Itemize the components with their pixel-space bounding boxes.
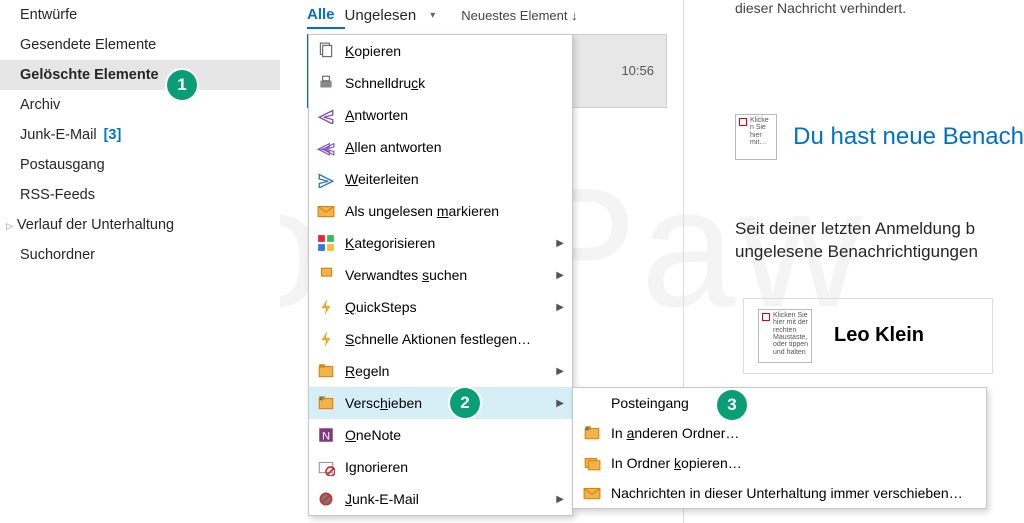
quick-icon [317,330,335,348]
junk-icon [317,490,335,508]
submenu-arrow-icon: ▶ [556,398,564,409]
reply-all-icon [317,138,335,156]
submenu-posteingang[interactable]: Posteingang [573,388,986,418]
menu-weiterleiten[interactable]: Weiterleiten [309,163,572,195]
mail-icon [317,202,335,220]
submenu-arrow-icon: ▶ [556,270,564,281]
categories-icon [317,234,335,252]
menu-antworten[interactable]: Antworten [309,99,572,131]
menu-allen-antworten[interactable]: Allen antworten [309,131,572,163]
search-icon [317,266,335,284]
forward-icon [317,170,335,188]
infobar-text: dieser Nachricht verhindert. [705,0,1024,30]
mail-icon [583,484,601,502]
submenu-nachrichten-in-dieser-unterhaltung-immer-verschieben-[interactable]: Nachrichten in dieser Unterhaltung immer… [573,478,986,508]
submenu-in-anderen-ordner-[interactable]: In anderen Ordner… [573,418,986,448]
move-submenu: PosteingangIn anderen Ordner…In Ordner k… [572,387,987,509]
filter-dropdown-icon[interactable]: ▾ [430,10,435,21]
menu-verwandtes-suchen[interactable]: Verwandtes suchen▶ [309,259,572,291]
copy-icon [317,42,335,60]
submenu-arrow-icon: ▶ [556,366,564,377]
image-placeholder-icon: Klicke n Sie hier mit… [735,114,777,160]
folder-gel-schte-elemente[interactable]: Gelöschte Elemente [0,60,280,90]
submenu-arrow-icon: ▶ [556,238,564,249]
annotation-badge-1: 1 [167,70,197,100]
folder-archiv[interactable]: Archiv [0,90,280,120]
folder-verlauf-der-unterhaltung[interactable]: Verlauf der Unterhaltung [0,210,280,240]
quick-icon [317,298,335,316]
menu-regeln[interactable]: Regeln▶ [309,355,572,387]
reply-icon [317,106,335,124]
ignore-icon [317,458,335,476]
context-menu: KopierenSchnelldruckAntwortenAllen antwo… [308,34,573,516]
folder-rss-feeds[interactable]: RSS-Feeds [0,180,280,210]
svg-text:N: N [322,431,330,443]
annotation-badge-2: 2 [450,388,480,418]
folder-gesendete-elemente[interactable]: Gesendete Elemente [0,30,280,60]
folder-entw-rfe[interactable]: Entwürfe [0,0,280,30]
message-title: Du hast neue Benach [793,123,1024,151]
submenu-arrow-icon: ▶ [556,494,564,505]
folder-junk-e-mail[interactable]: Junk-E-Mail [3] [0,120,280,150]
move-icon [317,394,335,412]
print-icon [317,74,335,92]
menu-onenote[interactable]: NOneNote [309,419,572,451]
copy-folder-icon [583,454,601,472]
submenu-arrow-icon: ▶ [556,302,564,313]
menu-verschieben[interactable]: Verschieben▶ [309,387,572,419]
folder-postausgang[interactable]: Postausgang [0,150,280,180]
image-placeholder-icon: Klicken Sie hier mit der rechten Maustas… [758,309,812,363]
contact-card: Klicken Sie hier mit der rechten Maustas… [743,298,993,374]
menu-quicksteps[interactable]: QuickSteps▶ [309,291,572,323]
annotation-badge-3: 3 [717,390,747,420]
sort-label[interactable]: Neuestes Element ↓ [461,8,577,23]
card-name: Leo Klein [834,324,924,347]
tab-unread[interactable]: Ungelesen [345,3,427,28]
menu-schnelldruck[interactable]: Schnelldruck [309,67,572,99]
onenote-icon: N [317,426,335,444]
rules-icon [317,362,335,380]
mail-list-header: Alle Ungelesen ▾ Neuestes Element ↓ [307,0,687,30]
submenu-in-ordner-kopieren-[interactable]: In Ordner kopieren… [573,448,986,478]
folder-pane: EntwürfeGesendete ElementeGelöschte Elem… [0,0,280,523]
menu-kategorisieren[interactable]: Kategorisieren▶ [309,227,572,259]
menu-schnelle-aktionen-festlegen-[interactable]: Schnelle Aktionen festlegen… [309,323,572,355]
mail-time: 10:56 [621,63,654,78]
folder-suchordner[interactable]: Suchordner [0,240,280,270]
menu-kopieren[interactable]: Kopieren [309,35,572,67]
tab-all[interactable]: Alle [307,2,345,29]
menu-junk-e-mail[interactable]: Junk-E-Mail▶ [309,483,572,515]
move-icon [583,424,601,442]
menu-ignorieren[interactable]: Ignorieren [309,451,572,483]
message-body: Seit deiner letzten Anmeldung b ungelese… [735,218,1024,264]
menu-als-ungelesen-markieren[interactable]: Als ungelesen markieren [309,195,572,227]
